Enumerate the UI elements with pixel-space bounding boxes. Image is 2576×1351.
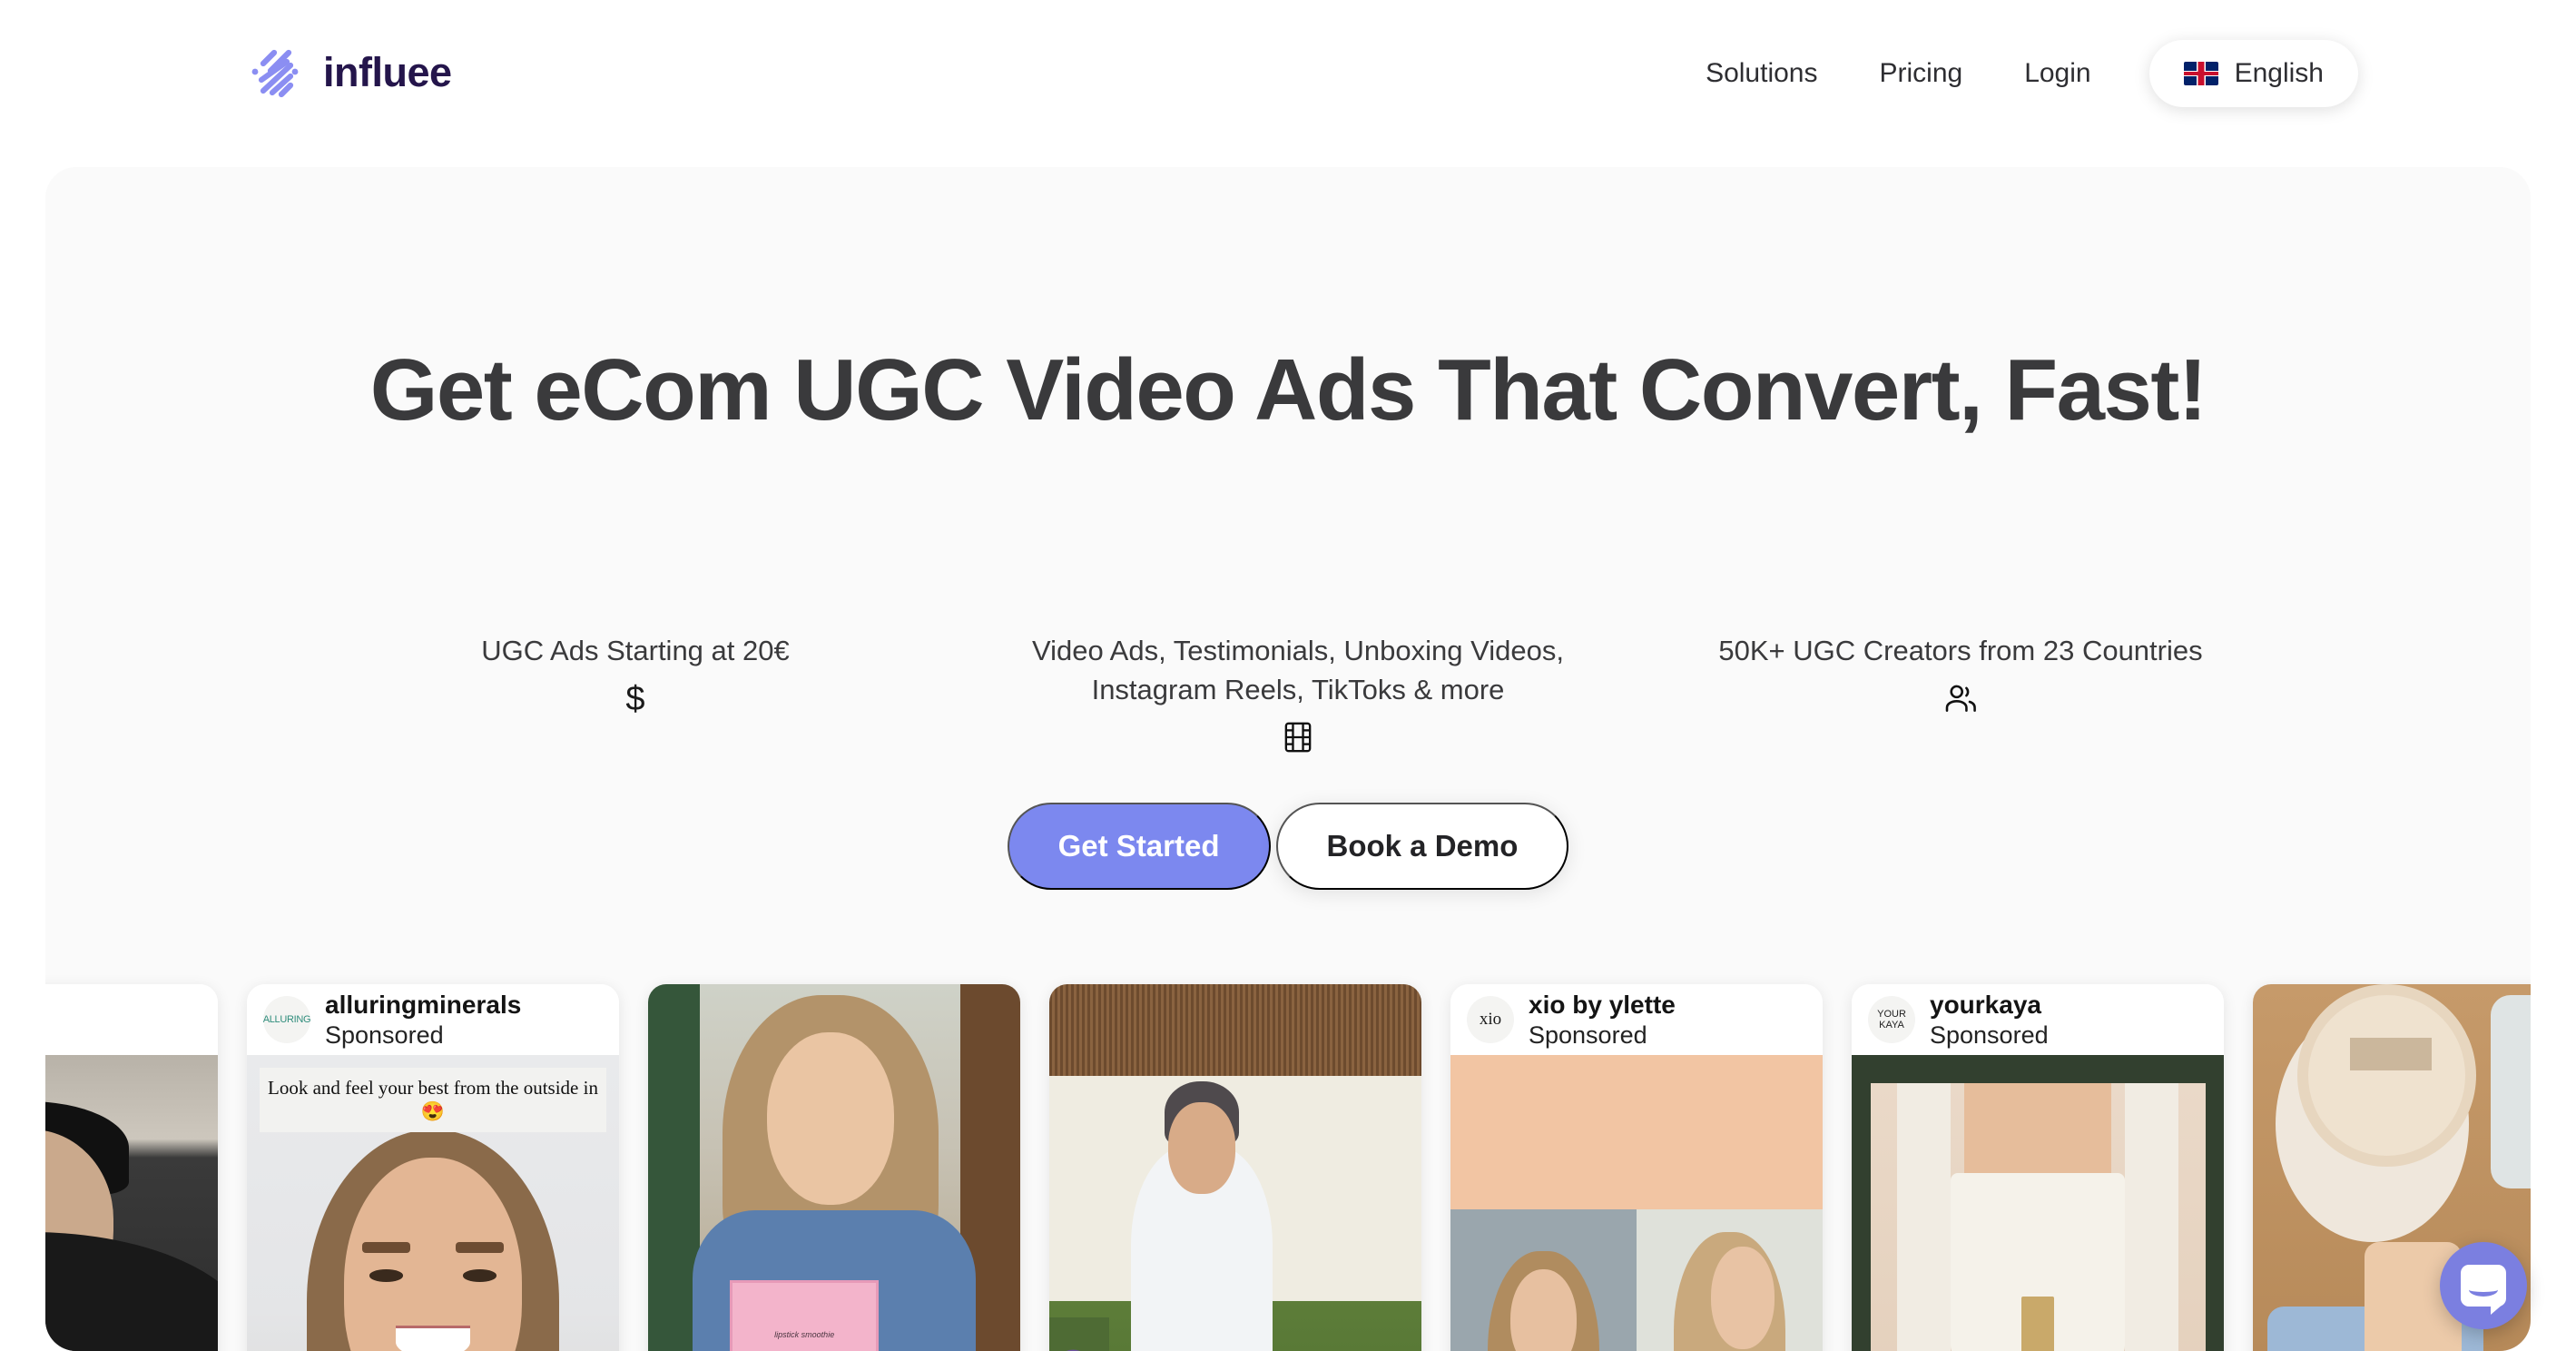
language-label: English xyxy=(2234,58,2324,88)
brand-wordmark: influee xyxy=(323,48,452,95)
language-selector[interactable]: English xyxy=(2148,40,2358,107)
avatar: YOUR KAYA xyxy=(1868,996,1915,1043)
video-card-handle: alluringminerals xyxy=(325,991,522,1019)
video-card-status: Sponsored xyxy=(325,1021,444,1049)
creator-video-carousel[interactable]: keofficial nsored ALLURING alluringminer… xyxy=(45,984,2531,1351)
uk-flag-icon xyxy=(2183,62,2218,85)
video-card[interactable]: xio xio by ylette Sponsored xio xyxy=(1450,984,1823,1351)
video-card-header: keofficial nsored xyxy=(45,984,218,1055)
nav-link-pricing[interactable]: Pricing xyxy=(1848,45,1993,102)
book-script-label: lipstick smoothie xyxy=(774,1329,835,1339)
video-card-status: Sponsored xyxy=(1930,1021,2049,1049)
video-thumbnail[interactable]: xio xyxy=(1450,1055,1823,1351)
avatar: xio xyxy=(1467,996,1514,1043)
chat-bubble-smile-icon xyxy=(2461,1265,2506,1315)
nav-link-solutions[interactable]: Solutions xyxy=(1675,45,1848,102)
video-card[interactable] xyxy=(1049,984,1421,1351)
hero-cta-row: Get Started Book a Demo xyxy=(45,803,2531,890)
video-card-header: ALLURING alluringminerals Sponsored xyxy=(247,984,619,1055)
main-nav: Solutions Pricing Login English xyxy=(1675,40,2358,107)
brand-logo[interactable]: influee xyxy=(247,44,452,100)
video-caption-overlay: Look and feel your best from the outside… xyxy=(260,1068,606,1133)
feature-creators-label: 50K+ UGC Creators from 23 Countries xyxy=(1718,635,2203,666)
avatar: ALLURING xyxy=(263,996,310,1043)
video-card-handle: xio by ylette xyxy=(1529,991,1676,1019)
film-strip-icon xyxy=(1008,721,1588,758)
video-card[interactable]: keofficial nsored xyxy=(45,984,218,1351)
feature-pricing-label: UGC Ads Starting at 20€ xyxy=(481,635,790,666)
hero-section: Get eCom UGC Video Ads That Convert, Fas… xyxy=(45,167,2531,1351)
video-card-header: xio xio by ylette Sponsored xyxy=(1450,984,1823,1055)
site-header: influee Solutions Pricing Login English xyxy=(0,0,2576,163)
video-thumbnail[interactable] xyxy=(1049,984,1421,1351)
feature-formats: Video Ads, Testimonials, Unboxing Videos… xyxy=(1008,632,1588,758)
chat-widget-button[interactable] xyxy=(2440,1242,2527,1329)
book-a-demo-button[interactable]: Book a Demo xyxy=(1275,803,1569,890)
video-card-header: YOUR KAYA yourkaya Sponsored xyxy=(1852,984,2224,1055)
video-card-handle: yourkaya xyxy=(1930,991,2041,1019)
video-card[interactable]: YOUR KAYA yourkaya Sponsored xyxy=(1852,984,2224,1351)
feature-formats-label: Video Ads, Testimonials, Unboxing Videos… xyxy=(1032,635,1564,705)
get-started-button[interactable]: Get Started xyxy=(1007,803,1271,890)
video-thumbnail[interactable] xyxy=(1852,1055,2224,1351)
influee-logo-icon xyxy=(247,44,303,100)
makeup-guide-book: lipstick smoothie MAKEUP GUIDE THE 4-WEE… xyxy=(730,1279,880,1351)
video-card[interactable]: ALLURING alluringminerals Sponsored Look… xyxy=(247,984,619,1351)
video-thumbnail[interactable]: lipstick smoothie MAKEUP GUIDE THE 4-WEE… xyxy=(648,984,1020,1351)
users-icon xyxy=(1670,682,2251,719)
video-card-status: Sponsored xyxy=(1529,1021,1647,1049)
page-title: Get eCom UGC Video Ads That Convert, Fas… xyxy=(369,341,2207,439)
nav-link-login[interactable]: Login xyxy=(1993,45,2121,102)
hero-feature-row: UGC Ads Starting at 20€ $ Video Ads, Tes… xyxy=(345,632,2251,758)
feature-pricing: UGC Ads Starting at 20€ $ xyxy=(345,632,926,716)
video-card[interactable]: lipstick smoothie MAKEUP GUIDE THE 4-WEE… xyxy=(648,984,1020,1351)
video-thumbnail[interactable] xyxy=(45,1055,218,1351)
feature-creators: 50K+ UGC Creators from 23 Countries xyxy=(1670,632,2251,719)
video-thumbnail[interactable]: Look and feel your best from the outside… xyxy=(247,1055,619,1351)
dollar-sign-icon: $ xyxy=(625,679,645,718)
